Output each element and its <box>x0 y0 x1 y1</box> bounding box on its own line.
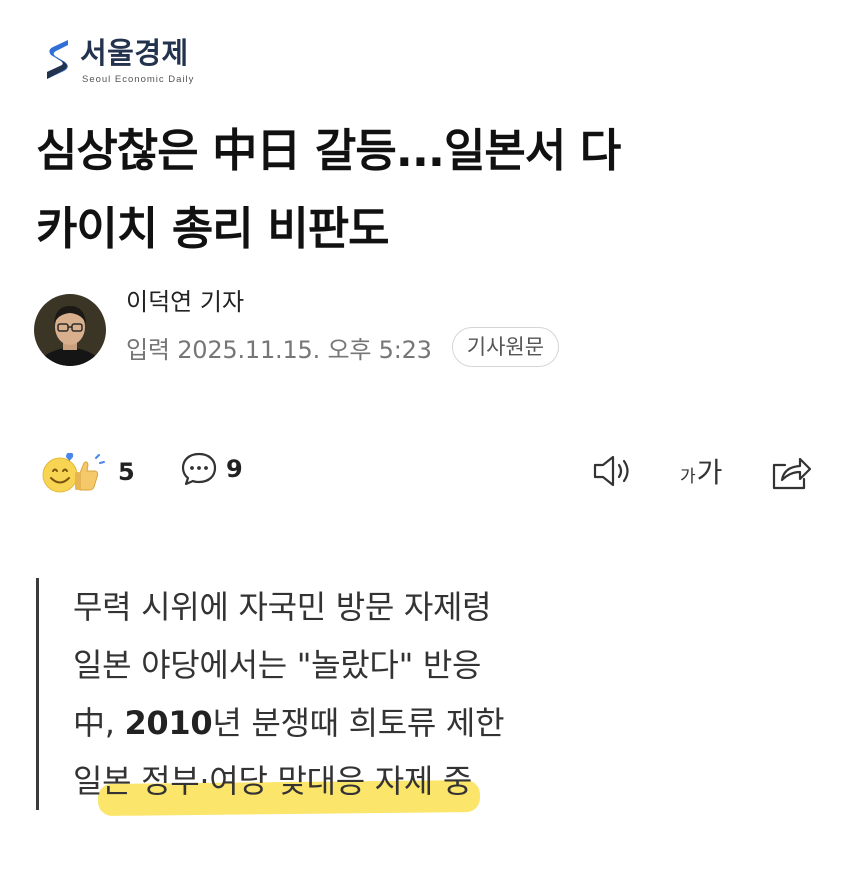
brand-name-english: Seoul Economic Daily <box>82 74 195 85</box>
reporter-name[interactable]: 이덕연 기자 <box>126 287 559 317</box>
summary-line: 일본 야당에서는 "놀랐다" 반응 <box>73 646 482 684</box>
summary-line: 中, 2010년 분쟁때 희토류 제한 <box>73 694 736 752</box>
smile-thumbs-up-reaction-icon <box>42 452 105 493</box>
reaction-button[interactable]: 5 <box>40 449 135 495</box>
font-size-button[interactable]: 가 가 <box>680 451 722 491</box>
original-article-button[interactable]: 기사원문 <box>451 327 560 367</box>
summary-line: 무력 시위에 자국민 방문 자제령 <box>73 588 492 626</box>
font-size-large-label: 가 <box>696 456 723 489</box>
seoul-economic-s-logo-icon <box>47 40 68 79</box>
article-title-line-1: 심상찮은 中日 갈등...일본서 다 <box>36 124 621 177</box>
summary-line: 일본 정부·여당 맞대응 자제 중 <box>73 752 736 810</box>
speech-bubble-icon <box>181 452 217 486</box>
article-title: 심상찮은 中日 갈등...일본서 다 카이치 총리 비판도 <box>36 112 826 268</box>
reporter-photo-icon <box>34 294 106 366</box>
comment-button[interactable]: 9 <box>180 451 243 487</box>
font-size-small-label: 가 <box>680 467 696 487</box>
summary-line-3-suffix: 년 분쟁때 희토류 제한 <box>212 704 505 742</box>
reporter-avatar[interactable] <box>34 294 106 366</box>
summary-line-4-start: 일 <box>73 762 103 800</box>
brand-logo[interactable]: 서울경제 Seoul Economic Daily <box>44 36 194 86</box>
publish-timestamp: 입력 2025.11.15. 오후 5:23 <box>126 335 432 364</box>
brand-name-korean: 서울경제 <box>80 36 189 70</box>
reaction-count: 5 <box>118 458 135 486</box>
article-summary: 무력 시위에 자국민 방문 자제령 일본 야당에서는 "놀랐다" 반응 中, 2… <box>36 578 736 810</box>
highlighted-text: 본 정부·여당 맞대응 자제 중 <box>102 762 473 800</box>
share-icon[interactable] <box>770 453 812 491</box>
speaker-icon[interactable] <box>592 453 636 489</box>
byline: 이덕연 기자 입력 2025.11.15. 오후 5:23 기사원문 <box>34 288 560 367</box>
summary-line-3-year: 2010 <box>124 704 213 742</box>
article-title-line-2: 카이치 총리 비판도 <box>36 202 390 255</box>
comment-count: 9 <box>226 455 243 483</box>
article-toolbar: 5 9 가 가 <box>40 445 820 499</box>
summary-line-3-prefix: 中, <box>73 704 125 742</box>
